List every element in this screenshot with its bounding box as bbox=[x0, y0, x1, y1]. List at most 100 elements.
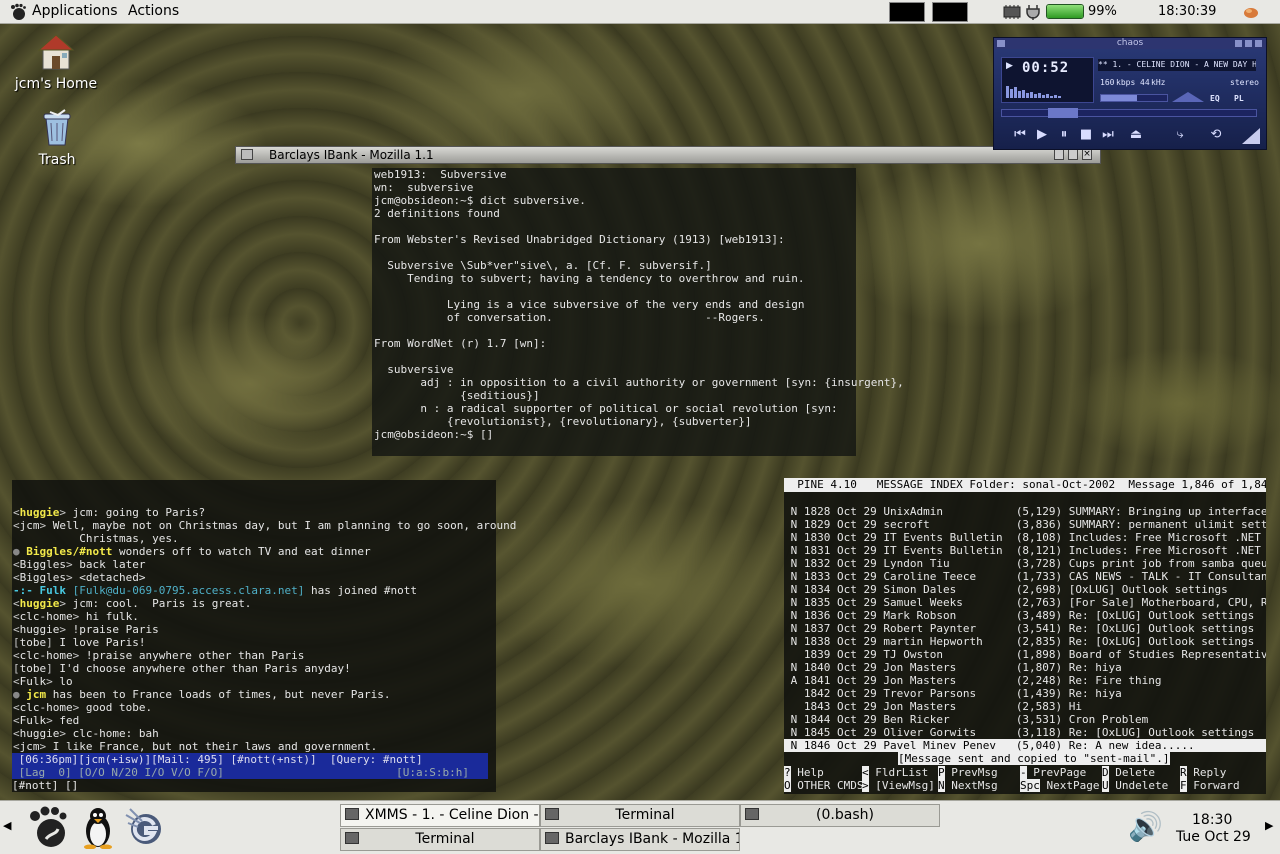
pine-command[interactable]: U Undelete bbox=[1102, 779, 1168, 792]
pine-command[interactable]: - PrevPage bbox=[1020, 766, 1086, 779]
xmms-player[interactable]: chaos ▶ 00:52 ** 1. - CELINE DION - A NE… bbox=[993, 37, 1267, 150]
pine-message-row[interactable]: N 1830 Oct 29 IT Events Bulletin (8,108)… bbox=[784, 531, 1266, 544]
irc-nick[interactable]: jcm bbox=[20, 740, 40, 753]
pine-message-row[interactable]: N 1836 Oct 29 Mark Robson (3,489) Re: [O… bbox=[784, 609, 1266, 622]
pine-message-row[interactable]: 1839 Oct 29 TJ Owston (1,898) Board of S… bbox=[784, 648, 1266, 661]
pine-message-row[interactable]: N 1828 Oct 29 UnixAdmin (5,129) SUMMARY:… bbox=[784, 505, 1266, 518]
close-button[interactable]: × bbox=[1082, 149, 1092, 160]
pine-message-row[interactable]: N 1834 Oct 29 Simon Dales (2,698) [OxLUG… bbox=[784, 583, 1266, 596]
xmms-eq-button[interactable]: EQ bbox=[1210, 94, 1220, 103]
gnome-menu-icon[interactable] bbox=[26, 805, 70, 849]
xmms-shade-button[interactable] bbox=[1245, 40, 1252, 47]
pine-message-row[interactable]: N 1835 Oct 29 Samuel Weeks (2,763) [For … bbox=[784, 596, 1266, 609]
desktop-icon-trash[interactable]: Trash bbox=[12, 108, 102, 168]
pine-command[interactable]: R Reply bbox=[1180, 766, 1226, 779]
pine-message-row[interactable]: 1843 Oct 29 Jon Masters (2,583) Hi bbox=[784, 700, 1266, 713]
pine-message-row[interactable]: N 1833 Oct 29 Caroline Teece (1,733) CAS… bbox=[784, 570, 1266, 583]
irc-nick[interactable]: Fulk bbox=[20, 714, 47, 727]
pine-message-row[interactable]: N 1844 Oct 29 Ben Ricker (3,531) Cron Pr… bbox=[784, 713, 1266, 726]
pine-message-row[interactable]: N 1831 Oct 29 IT Events Bulletin (8,121)… bbox=[784, 544, 1266, 557]
irc-terminal[interactable]: <huggie> jcm: going to Paris? <jcm> Well,… bbox=[12, 480, 516, 792]
irc-input-line[interactable]: [#nott] [] bbox=[12, 779, 78, 792]
weather-applet-icon[interactable] bbox=[1242, 4, 1260, 20]
irc-nick[interactable]: Biggles/#nott bbox=[26, 545, 112, 558]
pause-icon[interactable]: ⏸ bbox=[1054, 125, 1074, 145]
bottom-clock-date[interactable]: Tue Oct 29 bbox=[1176, 829, 1251, 845]
volume-icon[interactable]: 🔊 bbox=[1128, 811, 1163, 843]
xmms-titlebar[interactable]: chaos bbox=[994, 38, 1266, 49]
eject-icon[interactable]: ⏏ bbox=[1126, 125, 1146, 145]
pine-command[interactable]: Spc NextPage bbox=[1020, 779, 1099, 792]
pine-command[interactable]: > [ViewMsg] bbox=[862, 779, 935, 792]
shuffle-icon[interactable]: ⤷ bbox=[1170, 125, 1190, 145]
pine-command[interactable]: P PrevMsg bbox=[938, 766, 998, 779]
xmms-menu-button[interactable] bbox=[997, 40, 1005, 47]
play-icon[interactable]: ▶ bbox=[1032, 125, 1052, 145]
bottom-clock-time[interactable]: 18:30 bbox=[1192, 812, 1232, 828]
irc-nick[interactable]: tobe bbox=[20, 662, 47, 675]
irc-nick[interactable]: tobe bbox=[20, 636, 47, 649]
pine-message-row[interactable]: N 1837 Oct 29 Robert Paynter (3,541) Re:… bbox=[784, 622, 1266, 635]
xmms-minimize-button[interactable] bbox=[1235, 40, 1242, 47]
taskbar-button[interactable]: Terminal bbox=[540, 804, 740, 827]
panel-clock[interactable]: 18:30:39 bbox=[1158, 4, 1216, 19]
pine-message-row[interactable]: N 1846 Oct 29 Pavel Minev Penev (5,040) … bbox=[784, 739, 1266, 752]
irc-nick[interactable]: huggie bbox=[20, 597, 60, 610]
irc-nick[interactable]: huggie bbox=[20, 506, 60, 519]
stop-icon[interactable]: ■ bbox=[1076, 125, 1096, 145]
workspace-2-pager[interactable] bbox=[932, 2, 968, 22]
penguin-launcher-icon[interactable] bbox=[78, 805, 118, 849]
taskbar-button[interactable]: Barclays IBank - Mozilla 1.1 bbox=[540, 828, 740, 851]
xmms-resize-handle[interactable] bbox=[1242, 128, 1260, 144]
maximize-button[interactable] bbox=[1068, 149, 1078, 160]
irc-nick[interactable]: Biggles bbox=[20, 571, 66, 584]
window-menu-button[interactable] bbox=[241, 149, 253, 160]
panel-scroll-right-arrow[interactable]: ▶ bbox=[1265, 819, 1273, 832]
irc-nick[interactable]: Fulk bbox=[20, 675, 47, 688]
galeon-launcher-icon[interactable] bbox=[124, 807, 164, 847]
previous-track-icon[interactable]: ⏮ bbox=[1010, 125, 1030, 145]
panel-scroll-left-arrow[interactable]: ◀ bbox=[3, 819, 11, 832]
workspace-1-pager[interactable] bbox=[889, 2, 925, 22]
irc-nick[interactable]: clc-home bbox=[20, 701, 73, 714]
pine-message-row[interactable]: N 1845 Oct 29 Oliver Gorwits (3,118) Re:… bbox=[784, 726, 1266, 739]
pine-message-row[interactable]: N 1832 Oct 29 Lyndon Tiu (3,728) Cups pr… bbox=[784, 557, 1266, 570]
pine-command[interactable]: F Forward bbox=[1180, 779, 1240, 792]
irc-nick[interactable]: clc-home bbox=[20, 649, 73, 662]
pine-message-row[interactable]: N 1838 Oct 29 martin Hepworth (2,835) Re… bbox=[784, 635, 1266, 648]
minimize-button[interactable] bbox=[1054, 149, 1064, 160]
xmms-seek-bar[interactable] bbox=[1001, 108, 1257, 118]
irc-nick[interactable]: jcm bbox=[26, 688, 46, 701]
pine-command[interactable]: ? Help bbox=[784, 766, 824, 779]
xmms-volume-slider[interactable] bbox=[1100, 94, 1168, 102]
irc-nick[interactable]: huggie bbox=[20, 623, 60, 636]
xmms-seek-handle[interactable] bbox=[1048, 108, 1078, 118]
xmms-pl-button[interactable]: PL bbox=[1234, 94, 1244, 103]
desktop-icon-home[interactable]: jcm's Home bbox=[11, 32, 101, 92]
pine-message-row[interactable]: 1842 Oct 29 Trevor Parsons (1,439) Re: h… bbox=[784, 687, 1266, 700]
mozilla-window-titlebar[interactable]: Barclays IBank - Mozilla 1.1 × bbox=[235, 146, 1101, 164]
next-track-icon[interactable]: ⏭ bbox=[1098, 125, 1118, 145]
irc-nick[interactable]: Fulk bbox=[40, 584, 67, 597]
repeat-icon[interactable]: ⟲ bbox=[1206, 125, 1226, 145]
gnome-foot-icon[interactable] bbox=[9, 3, 27, 21]
irc-nick[interactable]: huggie bbox=[20, 727, 60, 740]
taskbar-button[interactable]: XMMS - 1. - Celine Dion - A New Day bbox=[340, 804, 540, 827]
pine-terminal[interactable]: PINE 4.10 MESSAGE INDEX Folder: sonal-Oc… bbox=[784, 478, 1266, 794]
pine-command[interactable]: O OTHER CMDS bbox=[784, 779, 863, 792]
irc-nick[interactable]: jcm bbox=[20, 519, 40, 532]
dict-terminal[interactable]: web1913: Subversive wn: subversive jcm@obs… bbox=[372, 168, 904, 456]
actions-menu[interactable]: Actions bbox=[128, 3, 179, 19]
pine-message-row[interactable]: A 1841 Oct 29 Jon Masters (2,248) Re: Fi… bbox=[784, 674, 1266, 687]
pine-command[interactable]: D Delete bbox=[1102, 766, 1155, 779]
pine-message-row[interactable]: N 1840 Oct 29 Jon Masters (1,807) Re: hi… bbox=[784, 661, 1266, 674]
pine-command[interactable]: N NextMsg bbox=[938, 779, 998, 792]
xmms-balance-slider[interactable] bbox=[1172, 90, 1204, 102]
taskbar-button[interactable]: (0.bash) bbox=[740, 804, 940, 827]
applications-menu[interactable]: Applications bbox=[32, 3, 118, 19]
irc-nick[interactable]: Biggles bbox=[20, 558, 66, 571]
taskbar-button[interactable]: Terminal bbox=[340, 828, 540, 851]
pine-command[interactable]: < FldrList bbox=[862, 766, 928, 779]
irc-nick[interactable]: clc-home bbox=[20, 610, 73, 623]
xmms-close-button[interactable] bbox=[1255, 40, 1262, 47]
